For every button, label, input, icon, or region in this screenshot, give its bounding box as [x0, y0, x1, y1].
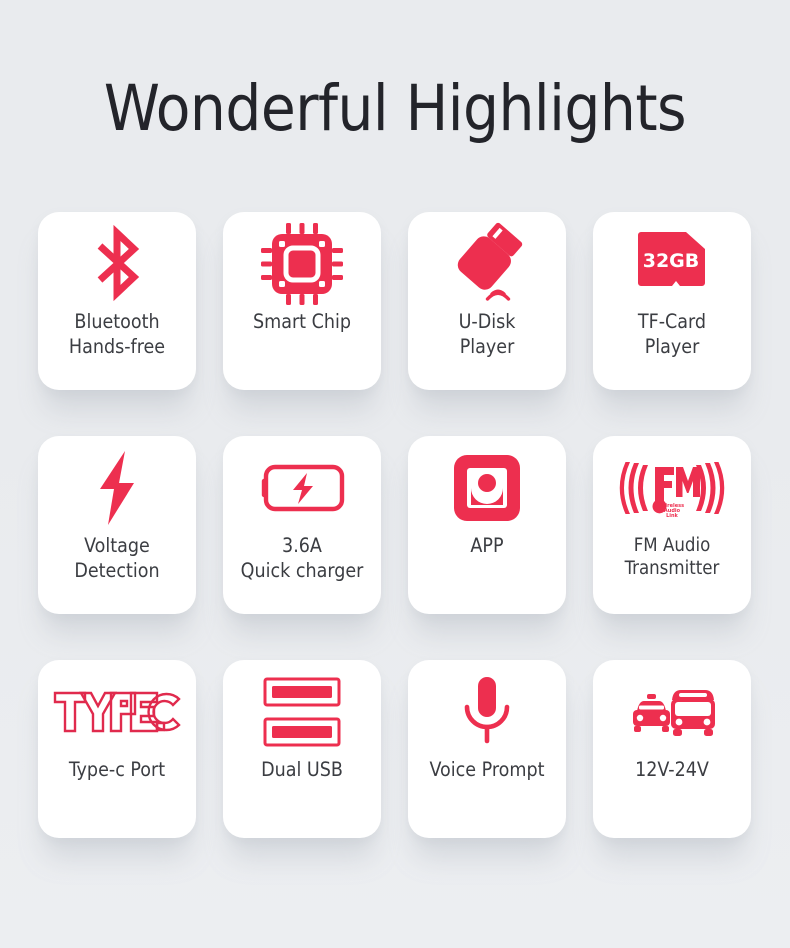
fm-radio-icon: Wireless Audio Link — [593, 442, 751, 534]
features-grid: Bluetooth Hands-free Smart Chip U-Disk P… — [38, 212, 752, 838]
feature-card-voice-prompt[interactable]: Voice Prompt — [408, 660, 566, 838]
feature-label: Dual USB — [261, 758, 343, 781]
feature-card-voltage-range[interactable]: 12V-24V — [593, 660, 751, 838]
app-icon — [408, 442, 566, 534]
microsd-capacity-text: 32GB — [643, 250, 700, 272]
feature-card-fm-audio-transmitter[interactable]: Wireless Audio Link FM Audio Transmitter — [593, 436, 751, 614]
feature-label: 12V-24V — [635, 758, 709, 781]
fm-logo-subtext-3: Link — [666, 513, 678, 519]
feature-card-quick-charger[interactable]: 3.6A Quick charger — [223, 436, 381, 614]
dual-usb-icon — [223, 666, 381, 758]
feature-card-u-disk-player[interactable]: U-Disk Player — [408, 212, 566, 390]
feature-label: FM Audio Transmitter — [624, 535, 720, 580]
feature-label: TF-Card Player — [637, 310, 707, 358]
battery-bolt-icon — [223, 442, 381, 534]
lightning-bolt-icon — [38, 442, 196, 534]
chip-icon — [223, 218, 381, 310]
feature-label: Voice Prompt — [429, 758, 545, 781]
microsd-card-icon: 32GB — [593, 218, 751, 310]
feature-label: 3.6A Quick charger — [240, 534, 364, 582]
feature-card-voltage-detection[interactable]: Voltage Detection — [38, 436, 196, 614]
feature-label: Bluetooth Hands-free — [68, 310, 166, 358]
feature-card-type-c-port[interactable]: Type-c Port — [38, 660, 196, 838]
feature-label: APP — [470, 534, 504, 557]
usb-drive-icon — [408, 218, 566, 310]
feature-label: U-Disk Player — [458, 310, 516, 358]
feature-label: Smart Chip — [252, 310, 352, 333]
car-bus-icon — [593, 666, 751, 758]
bluetooth-icon — [38, 218, 196, 310]
feature-card-bluetooth-hands-free[interactable]: Bluetooth Hands-free — [38, 212, 196, 390]
feature-card-app[interactable]: APP — [408, 436, 566, 614]
microphone-icon — [408, 666, 566, 758]
type-c-logo-icon — [38, 666, 196, 758]
feature-label: Type-c Port — [68, 758, 166, 781]
feature-card-tf-card-player[interactable]: 32GB TF-Card Player — [593, 212, 751, 390]
feature-card-smart-chip[interactable]: Smart Chip — [223, 212, 381, 390]
feature-label: Voltage Detection — [74, 534, 160, 582]
feature-card-dual-usb[interactable]: Dual USB — [223, 660, 381, 838]
page-title: Wonderful Highlights — [103, 72, 687, 145]
